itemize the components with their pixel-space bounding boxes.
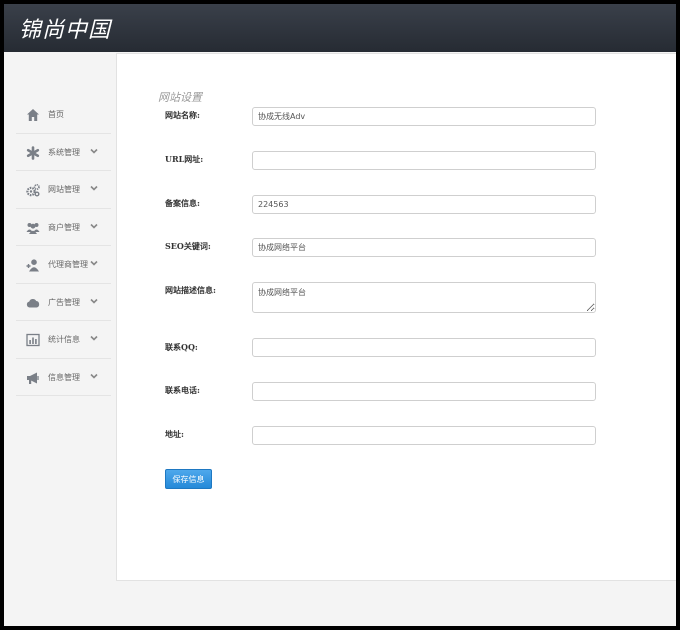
chevron-down-icon (90, 223, 98, 229)
chevron-down-icon (90, 185, 98, 191)
chevron-down-icon (90, 260, 98, 266)
phone-label: 联系电话: (165, 385, 200, 395)
user-plus-icon (26, 259, 39, 272)
users-icon (26, 222, 40, 234)
sidebar-item-label: 代理商管理 (48, 260, 88, 269)
address-label: 地址: (165, 429, 184, 439)
sidebar-item-label: 信息管理 (48, 372, 80, 382)
sidebar: 首页 系统管理 网站管理 商户管理 代理商管理 广告管理 统计信息 信息管理 (16, 96, 111, 396)
url-label: URL网址: (165, 154, 204, 164)
gears-icon (26, 183, 40, 197)
main-content: 网站设置 网站名称: URL网址: 备案信息: SEO关键词: 网站描述信息: … (116, 53, 676, 581)
qq-field[interactable] (252, 338, 596, 357)
icp-field[interactable] (252, 195, 596, 214)
brand-logo[interactable]: 锦尚中国 (19, 12, 111, 44)
sidebar-item-label: 统计信息 (48, 335, 80, 344)
sidebar-item-website[interactable]: 网站管理 (16, 171, 111, 209)
description-label: 网站描述信息: (165, 285, 216, 295)
page-title: 网站设置 (158, 91, 202, 104)
chevron-down-icon (90, 148, 98, 154)
bar-chart-icon (26, 333, 40, 347)
sidebar-item-label: 商户管理 (48, 222, 80, 232)
chevron-down-icon (90, 335, 98, 341)
save-button[interactable]: 保存信息 (165, 469, 212, 489)
address-field[interactable] (252, 426, 596, 445)
sidebar-item-label: 网站管理 (48, 185, 80, 194)
chevron-down-icon (90, 298, 98, 304)
sidebar-item-ads[interactable]: 广告管理 (16, 284, 111, 321)
seo-keywords-label: SEO关键词: (165, 241, 211, 251)
app-window: 锦尚中国 首页 系统管理 网站管理 商户管理 代理商管理 广告管理 统计信息 信… (4, 4, 676, 626)
description-field[interactable]: 协成网络平台 (252, 282, 596, 313)
asterisk-icon (26, 145, 40, 160)
qq-label: 联系QQ: (165, 342, 198, 352)
sidebar-item-label: 广告管理 (48, 297, 80, 307)
sidebar-item-stats[interactable]: 统计信息 (16, 321, 111, 359)
site-name-field[interactable] (252, 107, 596, 126)
top-header: 锦尚中国 (4, 4, 676, 52)
site-name-label: 网站名称: (165, 110, 200, 120)
seo-keywords-field[interactable] (252, 238, 596, 257)
sidebar-item-info[interactable]: 信息管理 (16, 359, 111, 396)
chevron-down-icon (90, 373, 98, 379)
cloud-icon (26, 298, 40, 307)
sidebar-item-label: 系统管理 (48, 147, 80, 157)
sidebar-item-system[interactable]: 系统管理 (16, 134, 111, 171)
url-field[interactable] (252, 151, 596, 170)
sidebar-item-label: 首页 (48, 110, 64, 119)
megaphone-icon (27, 372, 39, 384)
phone-field[interactable] (252, 382, 596, 401)
sidebar-item-merchants[interactable]: 商户管理 (16, 209, 111, 246)
home-icon (27, 109, 39, 121)
sidebar-item-agents[interactable]: 代理商管理 (16, 246, 111, 284)
sidebar-item-home[interactable]: 首页 (16, 96, 111, 134)
icp-label: 备案信息: (165, 198, 200, 208)
